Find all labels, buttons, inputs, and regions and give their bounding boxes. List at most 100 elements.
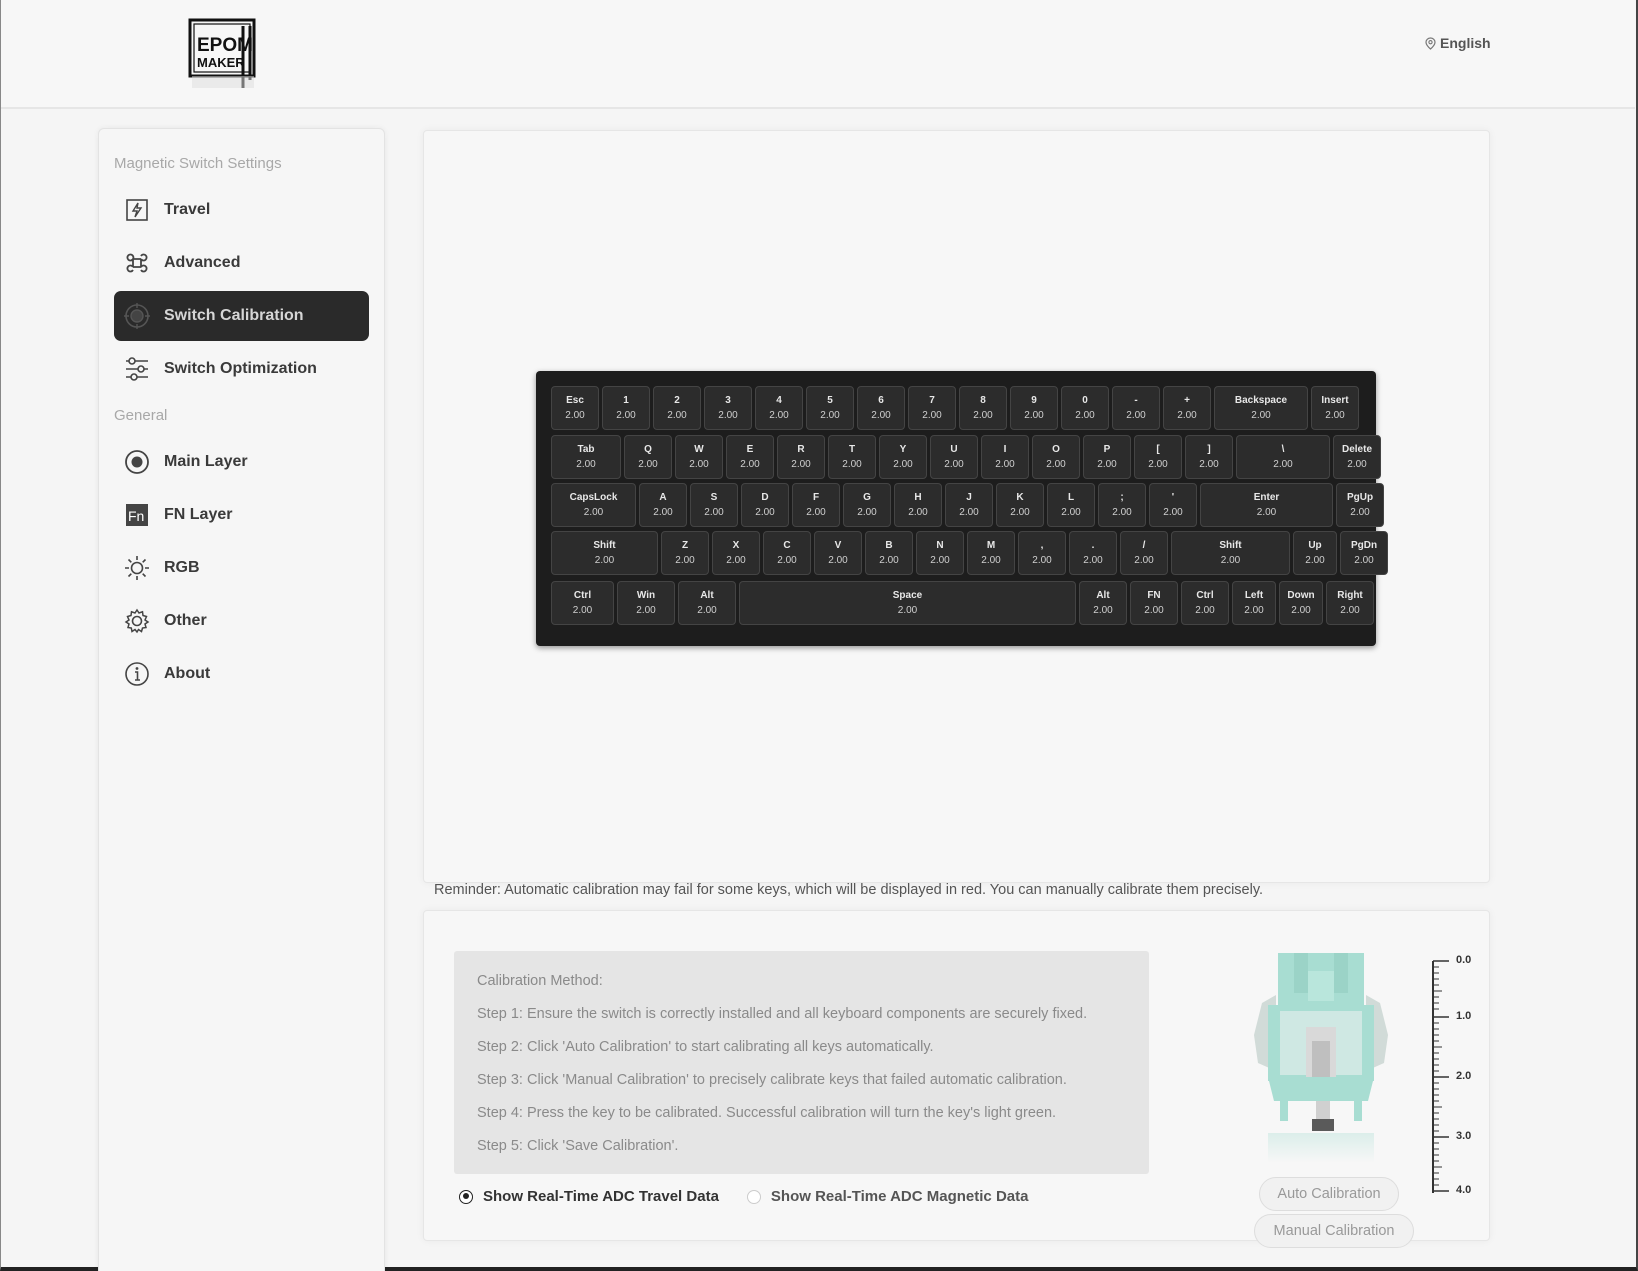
key-travel-value: 2.00: [777, 554, 797, 566]
key-down[interactable]: Down 2.00: [1279, 581, 1323, 625]
key-capslock[interactable]: CapsLock 2.00: [551, 483, 636, 527]
key-a[interactable]: A 2.00: [639, 483, 687, 527]
key-label: 1: [623, 394, 629, 406]
sidebar-item-switch-optimization[interactable]: Switch Optimization: [114, 344, 369, 394]
key-label: Left: [1244, 589, 1264, 601]
key-label: Esc: [566, 394, 584, 406]
epomaker-logo: EPOM MAKER: [188, 18, 258, 90]
key-0[interactable]: 0 2.00: [1061, 386, 1109, 430]
key-m[interactable]: M 2.00: [967, 531, 1015, 575]
key-l[interactable]: L 2.00: [1047, 483, 1095, 527]
key-z[interactable]: Z 2.00: [661, 531, 709, 575]
key-right[interactable]: Right 2.00: [1326, 581, 1374, 625]
key-9[interactable]: 9 2.00: [1010, 386, 1058, 430]
key-c[interactable]: C 2.00: [763, 531, 811, 575]
key-j[interactable]: J 2.00: [945, 483, 993, 527]
key-y[interactable]: Y 2.00: [879, 435, 927, 479]
key-g[interactable]: G 2.00: [843, 483, 891, 527]
sidebar-item-travel[interactable]: Travel: [114, 185, 369, 235]
key-travel-value: 2.00: [769, 409, 789, 421]
key-travel-value: 2.00: [1325, 409, 1345, 421]
key-sym3-8[interactable]: , 2.00: [1018, 531, 1066, 575]
key-fn[interactable]: FN 2.00: [1130, 581, 1178, 625]
key-r[interactable]: R 2.00: [777, 435, 825, 479]
key-w[interactable]: W 2.00: [675, 435, 723, 479]
key-tab[interactable]: Tab 2.00: [551, 435, 621, 479]
key-up[interactable]: Up 2.00: [1293, 531, 1337, 575]
key-travel-value: 2.00: [1220, 554, 1241, 566]
key-s[interactable]: S 2.00: [690, 483, 738, 527]
key-v[interactable]: V 2.00: [814, 531, 862, 575]
sidebar-item-main-layer[interactable]: Main Layer: [114, 437, 369, 487]
key-pgdn[interactable]: PgDn 2.00: [1340, 531, 1388, 575]
key-u[interactable]: U 2.00: [930, 435, 978, 479]
radio-adc-travel[interactable]: Show Real-Time ADC Travel Data: [459, 1188, 719, 1205]
key-8[interactable]: 8 2.00: [959, 386, 1007, 430]
key-o[interactable]: O 2.00: [1032, 435, 1080, 479]
key-backspace[interactable]: Backspace 2.00: [1214, 386, 1308, 430]
key-sym0-11[interactable]: - 2.00: [1112, 386, 1160, 430]
key-sym1-11[interactable]: [2.00: [1134, 435, 1182, 479]
sidebar-item-about[interactable]: About: [114, 649, 369, 699]
key-sym1-13[interactable]: \ 2.00: [1236, 435, 1330, 479]
key-ctrl[interactable]: Ctrl 2.00: [551, 581, 614, 625]
key-i[interactable]: I 2.00: [981, 435, 1029, 479]
key-sym0-12[interactable]: +2.00: [1163, 386, 1211, 430]
key-q[interactable]: Q 2.00: [624, 435, 672, 479]
key-label: .: [1091, 539, 1095, 551]
key-1[interactable]: 1 2.00: [602, 386, 650, 430]
key-n[interactable]: N 2.00: [916, 531, 964, 575]
sidebar-item-switch-calibration[interactable]: Switch Calibration: [114, 291, 369, 341]
key-b[interactable]: B 2.00: [865, 531, 913, 575]
key-sym3-10[interactable]: / 2.00: [1120, 531, 1168, 575]
key-sym2-10[interactable]: ; 2.00: [1098, 483, 1146, 527]
key-esc[interactable]: Esc 2.00: [551, 386, 599, 430]
key-win[interactable]: Win 2.00: [617, 581, 675, 625]
key-6[interactable]: 6 2.00: [857, 386, 905, 430]
manual-calibration-button[interactable]: Manual Calibration: [1254, 1214, 1414, 1248]
sidebar: Magnetic Switch Settings Travel Advanced…: [98, 128, 385, 1271]
sidebar-item-fn-layer[interactable]: Fn FN Layer: [114, 490, 369, 540]
key-e[interactable]: E 2.00: [726, 435, 774, 479]
key-delete[interactable]: Delete 2.00: [1333, 435, 1381, 479]
key-x[interactable]: X 2.00: [712, 531, 760, 575]
key-d[interactable]: D 2.00: [741, 483, 789, 527]
key-h[interactable]: H 2.00: [894, 483, 942, 527]
key-ctrl[interactable]: Ctrl 2.00: [1181, 581, 1229, 625]
key-shift[interactable]: Shift 2.00: [551, 531, 658, 575]
key-p[interactable]: P 2.00: [1083, 435, 1131, 479]
key-enter[interactable]: Enter 2.00: [1200, 483, 1333, 527]
key-label: A: [659, 491, 667, 503]
key-travel-value: 2.00: [1199, 458, 1219, 470]
key-shift[interactable]: Shift 2.00: [1171, 531, 1290, 575]
sidebar-item-other[interactable]: Other: [114, 596, 369, 646]
auto-calibration-button[interactable]: Auto Calibration: [1259, 1177, 1399, 1211]
key-travel-value: 2.00: [806, 506, 826, 518]
key-sym1-12[interactable]: ] 2.00: [1185, 435, 1233, 479]
key-k[interactable]: K 2.00: [996, 483, 1044, 527]
key-insert[interactable]: Insert 2.00: [1311, 386, 1359, 430]
key-2[interactable]: 2 2.00: [653, 386, 701, 430]
language-selector[interactable]: English: [1425, 35, 1491, 51]
radio-adc-magnetic[interactable]: Show Real-Time ADC Magnetic Data: [746, 1188, 1028, 1205]
key-space[interactable]: Space 2.00: [739, 581, 1076, 625]
key-5[interactable]: 5 2.00: [806, 386, 854, 430]
key-alt[interactable]: Alt 2.00: [1079, 581, 1127, 625]
sidebar-item-advanced[interactable]: Advanced: [114, 238, 369, 288]
key-left[interactable]: Left 2.00: [1232, 581, 1276, 625]
key-travel-value: 2.00: [981, 554, 1001, 566]
key-alt[interactable]: Alt 2.00: [678, 581, 736, 625]
key-travel-value: 2.00: [616, 409, 636, 421]
sidebar-item-rgb[interactable]: RGB: [114, 543, 369, 593]
key-label: Ctrl: [573, 589, 592, 601]
key-7[interactable]: 7 2.00: [908, 386, 956, 430]
key-pgup[interactable]: PgUp 2.00: [1336, 483, 1384, 527]
key-4[interactable]: 4 2.00: [755, 386, 803, 430]
key-3[interactable]: 3 2.00: [704, 386, 752, 430]
key-label: FN: [1147, 589, 1161, 601]
key-sym2-11[interactable]: ' 2.00: [1149, 483, 1197, 527]
scale-label: 4.0: [1456, 1184, 1472, 1196]
key-t[interactable]: T 2.00: [828, 435, 876, 479]
key-sym3-9[interactable]: . 2.00: [1069, 531, 1117, 575]
key-f[interactable]: F 2.00: [792, 483, 840, 527]
